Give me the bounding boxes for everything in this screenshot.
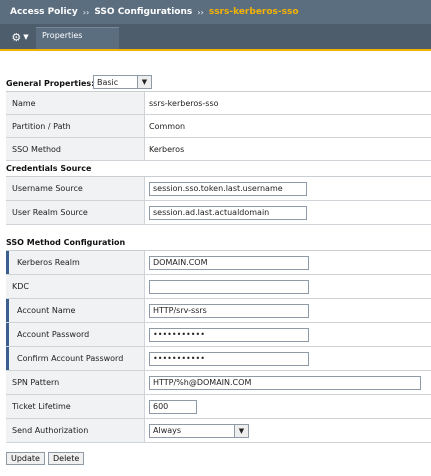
row-label: Kerberos Realm <box>6 251 145 274</box>
credentials-source-heading: Credentials Source <box>6 164 92 173</box>
spn-pattern-input[interactable]: HTTP/%h@DOMAIN.COM <box>149 375 421 390</box>
row-value-cell <box>145 279 431 294</box>
breadcrumb: Access Policy ›› SSO Configurations ›› s… <box>0 0 431 24</box>
row-label: Send Authorization <box>6 419 145 442</box>
sso-method-table: Kerberos Realm DOMAIN.COM KDC Account Na… <box>6 250 431 443</box>
table-row: Send Authorization Always ▼ <box>6 419 431 443</box>
row-label: SSO Method <box>6 138 145 160</box>
mode-select-value: Basic <box>97 77 119 87</box>
chevron-down-icon: ▼ <box>234 424 248 437</box>
row-value-cell: ••••••••••• <box>145 327 431 342</box>
table-row: Ticket Lifetime 600 <box>6 395 431 419</box>
row-value-cell: HTTP/%h@DOMAIN.COM <box>145 375 431 390</box>
row-value-cell: HTTP/srv-ssrs <box>145 303 431 318</box>
table-row: Confirm Account Password ••••••••••• <box>6 347 431 371</box>
action-buttons: Update Delete <box>6 452 85 465</box>
table-row: Name ssrs-kerberos-sso <box>6 92 431 115</box>
row-value-cell: Always ▼ <box>145 423 431 438</box>
credentials-table: Username Source session.sso.token.last.u… <box>6 176 431 225</box>
chevron-down-icon: ▼ <box>137 76 151 88</box>
general-properties-table: Name ssrs-kerberos-sso Partition / Path … <box>6 91 431 161</box>
row-label: Name <box>6 92 145 114</box>
row-label: KDC <box>6 275 145 298</box>
table-row: Account Name HTTP/srv-ssrs <box>6 299 431 323</box>
row-value-cell: session.ad.last.actualdomain <box>145 205 431 220</box>
general-properties-title: General Properties: <box>6 79 95 88</box>
row-label: Confirm Account Password <box>6 347 145 370</box>
table-row: Account Password ••••••••••• <box>6 323 431 347</box>
table-row: KDC <box>6 275 431 299</box>
sso-method-heading: SSO Method Configuration <box>6 238 126 247</box>
send-authorization-select[interactable]: Always ▼ <box>149 423 249 438</box>
breadcrumb-sso-configurations[interactable]: SSO Configurations <box>94 7 192 17</box>
confirm-account-password-input[interactable]: ••••••••••• <box>149 351 309 366</box>
row-label: Account Password <box>6 323 145 346</box>
row-label: Username Source <box>6 177 145 200</box>
table-row: Partition / Path Common <box>6 115 431 138</box>
user-realm-source-input[interactable]: session.ad.last.actualdomain <box>149 205 307 220</box>
update-button[interactable]: Update <box>6 452 45 465</box>
account-password-input[interactable]: ••••••••••• <box>149 327 309 342</box>
breadcrumb-separator: ›› <box>197 7 204 17</box>
gear-icon: ⚙ <box>11 30 22 44</box>
chevron-down-icon: ▼ <box>23 33 29 41</box>
row-label: Ticket Lifetime <box>6 395 145 418</box>
row-value-cell: DOMAIN.COM <box>145 255 431 270</box>
row-label: Account Name <box>6 299 145 322</box>
gear-menu-button[interactable]: ⚙ ▼ <box>6 27 34 47</box>
breadcrumb-current: ssrs-kerberos-sso <box>208 7 299 17</box>
row-value: Kerberos <box>149 144 185 154</box>
row-value-cell: 600 <box>145 399 431 414</box>
send-authorization-value: Always <box>153 426 182 435</box>
tab-bar: ⚙ ▼ Properties <box>0 24 431 51</box>
kdc-input[interactable] <box>149 279 309 294</box>
tab-properties[interactable]: Properties <box>36 27 119 49</box>
breadcrumb-separator: ›› <box>82 7 90 17</box>
row-label: Partition / Path <box>6 115 145 137</box>
general-properties-heading: General Properties: <box>6 79 94 88</box>
table-row: SPN Pattern HTTP/%h@DOMAIN.COM <box>6 371 431 395</box>
table-row: User Realm Source session.ad.last.actual… <box>6 201 431 225</box>
row-value-cell: ••••••••••• <box>145 351 431 366</box>
row-value: ssrs-kerberos-sso <box>149 98 219 108</box>
row-label: SPN Pattern <box>6 371 145 394</box>
table-row: Kerberos Realm DOMAIN.COM <box>6 251 431 275</box>
table-row: SSO Method Kerberos <box>6 138 431 161</box>
row-value: Common <box>149 121 186 131</box>
delete-button[interactable]: Delete <box>47 452 85 465</box>
kerberos-realm-input[interactable]: DOMAIN.COM <box>149 255 309 270</box>
account-name-input[interactable]: HTTP/srv-ssrs <box>149 303 309 318</box>
breadcrumb-access-policy[interactable]: Access Policy <box>10 7 78 17</box>
row-label: User Realm Source <box>6 201 145 224</box>
username-source-input[interactable]: session.sso.token.last.username <box>149 181 307 196</box>
ticket-lifetime-input[interactable]: 600 <box>149 399 197 414</box>
row-value-cell: session.sso.token.last.username <box>145 181 431 196</box>
mode-select[interactable]: Basic ▼ <box>93 75 152 89</box>
table-row: Username Source session.sso.token.last.u… <box>6 177 431 201</box>
